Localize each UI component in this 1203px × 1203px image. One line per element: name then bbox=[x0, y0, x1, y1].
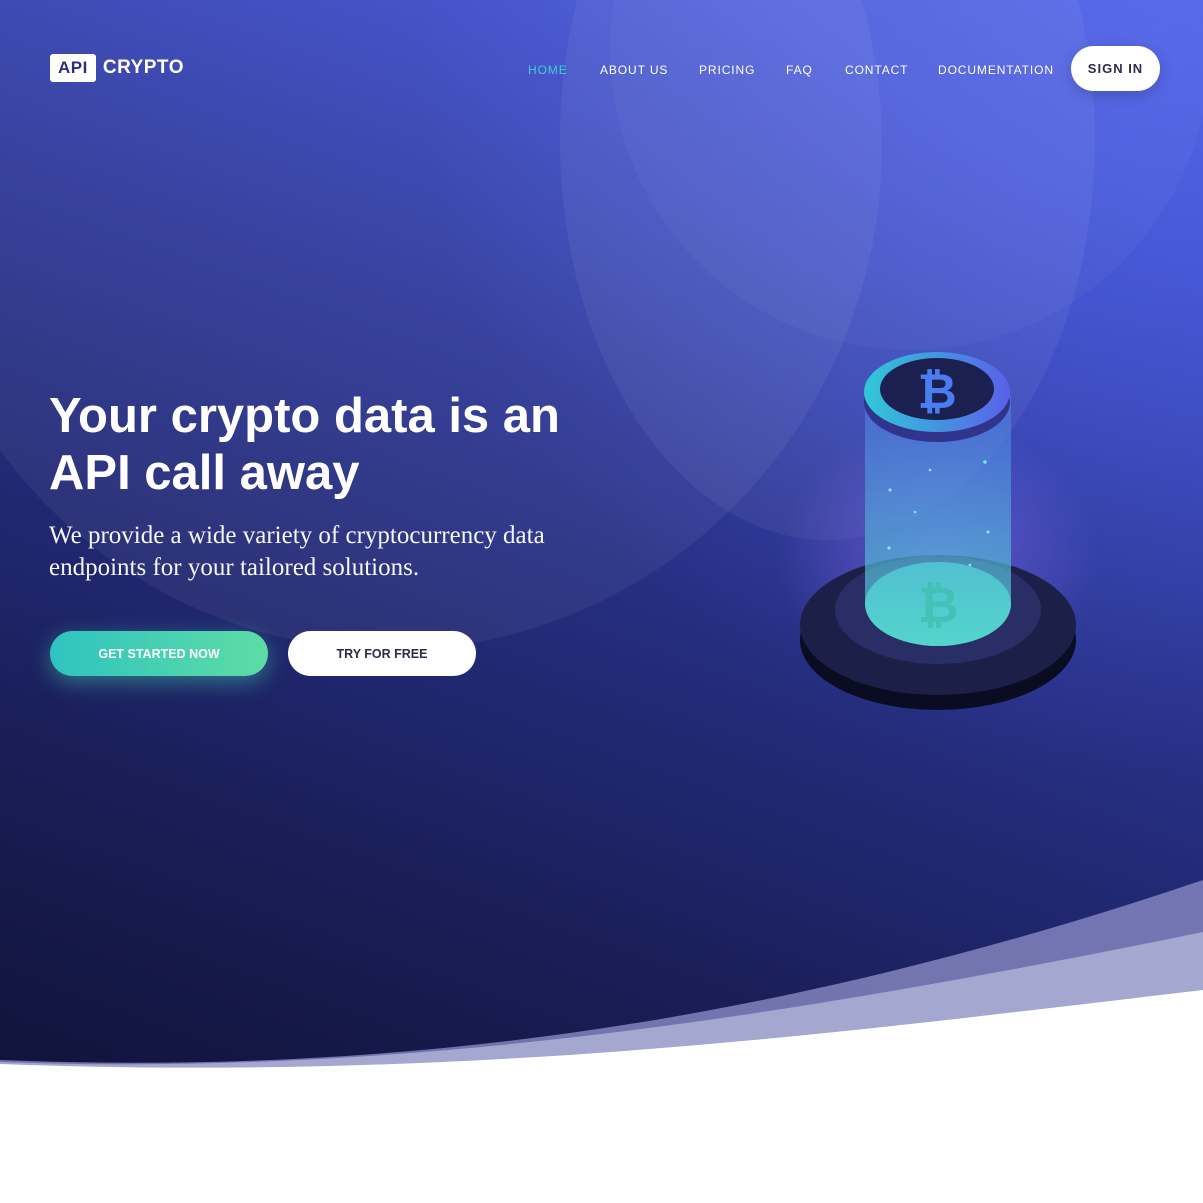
get-started-button[interactable]: GET STARTED NOW bbox=[50, 631, 268, 676]
hero-section: ₿ ₿ bbox=[0, 0, 1203, 1203]
hero-subheadline: We provide a wide variety of cryptocurre… bbox=[49, 520, 649, 584]
bitcoin-icon: ₿ bbox=[917, 364, 956, 420]
nav-item-contact[interactable]: CONTACT bbox=[845, 63, 908, 77]
nav-item-about-us[interactable]: ABOUT US bbox=[600, 63, 668, 77]
nav-item-documentation[interactable]: DOCUMENTATION bbox=[938, 63, 1054, 77]
logo-text: CRYPTO bbox=[102, 57, 184, 78]
logo-badge: API bbox=[50, 54, 96, 82]
logo[interactable]: API CRYPTO bbox=[50, 54, 184, 82]
nav-item-home[interactable]: HOME bbox=[528, 63, 568, 77]
hero-headline-line2: API call away bbox=[49, 446, 360, 500]
hero-headline-line1: Your crypto data is an bbox=[49, 389, 560, 443]
svg-text:₿: ₿ bbox=[918, 576, 959, 634]
hero-subheadline-line2: endpoints for your tailored solutions. bbox=[49, 554, 420, 581]
hero-subheadline-line1: We provide a wide variety of cryptocurre… bbox=[49, 522, 545, 549]
hero-headline: Your crypto data is an API call away bbox=[49, 388, 689, 502]
nav-item-pricing[interactable]: PRICING bbox=[699, 63, 755, 77]
try-for-free-button[interactable]: TRY FOR FREE bbox=[288, 631, 476, 676]
sign-in-button[interactable]: SIGN IN bbox=[1071, 46, 1160, 91]
nav-item-faq[interactable]: FAQ bbox=[786, 63, 813, 77]
bitcoin-pedestal-illustration: ₿ ₿ bbox=[780, 352, 1098, 710]
